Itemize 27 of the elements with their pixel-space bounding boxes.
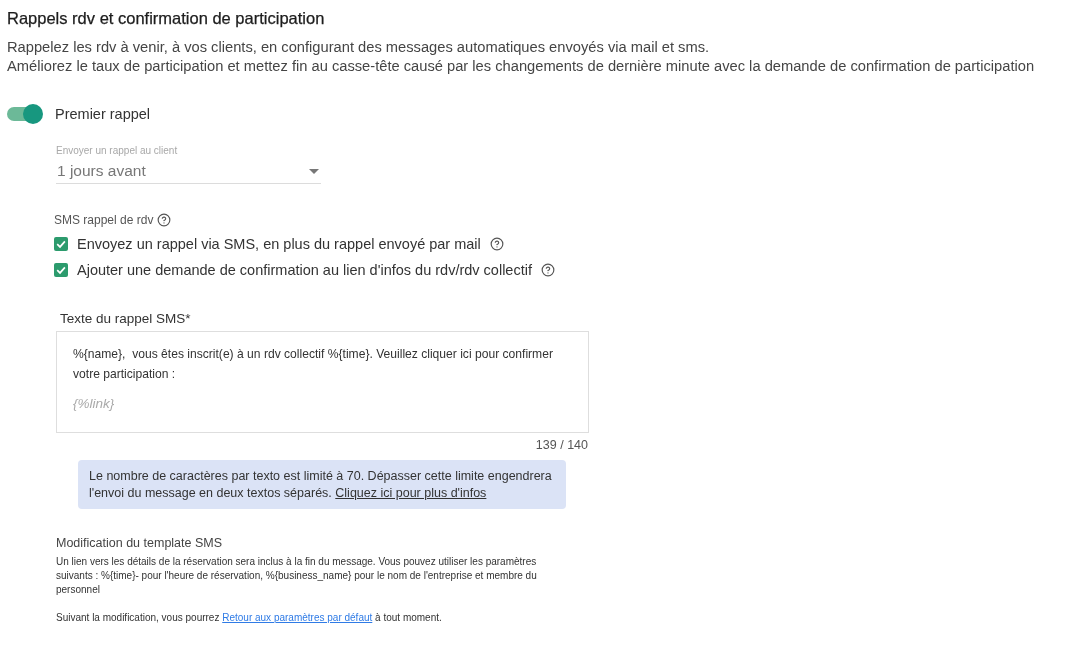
toggle-switch[interactable]	[7, 104, 43, 124]
character-counter: 139 / 140	[534, 437, 588, 453]
toggle-label: Premier rappel	[55, 106, 151, 122]
section-title: Rappels rdv et confirmation de participation	[7, 8, 326, 29]
reset-defaults-link[interactable]: Retour aux paramètres par défaut	[222, 612, 373, 623]
checkbox[interactable]	[54, 237, 68, 251]
help-icon[interactable]	[540, 263, 555, 277]
help-icon[interactable]	[157, 213, 172, 227]
template-description: Un lien vers les détails de la réservation sera inclus à la fin du message. Vous pouvez utiliser les paramètres suivants : %{time}- pour l'heure de réservation, %{business_name} pour le nom de l'entreprise et membre du personnel	[56, 555, 538, 597]
checkbox-label: Ajouter une demande de confirmation au lien d'infos du rdv/rdv collectif	[77, 262, 532, 278]
help-icon[interactable]	[489, 237, 504, 251]
checkbox[interactable]	[54, 263, 68, 277]
more-info-link[interactable]: Cliquez ici pour plus d'infos	[335, 486, 487, 500]
checkbox-label: Envoyez un rappel via SMS, en plus du rappel envoyé par mail	[77, 236, 481, 252]
caret-icon	[309, 168, 319, 174]
info-text: Le nombre de caractères par texto est limité à 70. Dépasser cette limite engendrera l'envoi du message en deux textos séparés. Cliquez ici pour plus d'infos	[89, 468, 553, 502]
template-note: Suivant la modification, vous pourrez Retour aux paramètres par défaut à tout moment.	[56, 611, 443, 625]
sms-text-field[interactable]: %{name}, vous êtes inscrit(e) à un rdv collectif %{time}. Veuillez cliquer ici pour confirmer votre participation : {%link}	[56, 331, 589, 433]
section-description: Améliorez le taux de participation et mettez fin au casse-tête causé par les changements de dernière minute avec la demande de confirmation de participation	[7, 57, 1036, 76]
template-heading: Modification du template SMS	[56, 535, 224, 551]
select-label: Envoyer un rappel au client	[56, 145, 179, 157]
field-label: Texte du rappel SMS*	[60, 311, 192, 327]
sms-heading: SMS rappel de rdv	[54, 213, 154, 227]
reminder-select[interactable]: 1 jours avant	[56, 162, 321, 184]
link-token: {%link}	[73, 396, 115, 411]
sms-message-text: %{name}, vous êtes inscrit(e) à un rdv collectif %{time}. Veuillez cliquer ici pour confirmer votre participation :	[73, 346, 554, 383]
section-description: Rappelez les rdv à venir, à vos clients, en configurant des messages automatiques envoyés via mail et sms.	[7, 38, 711, 57]
